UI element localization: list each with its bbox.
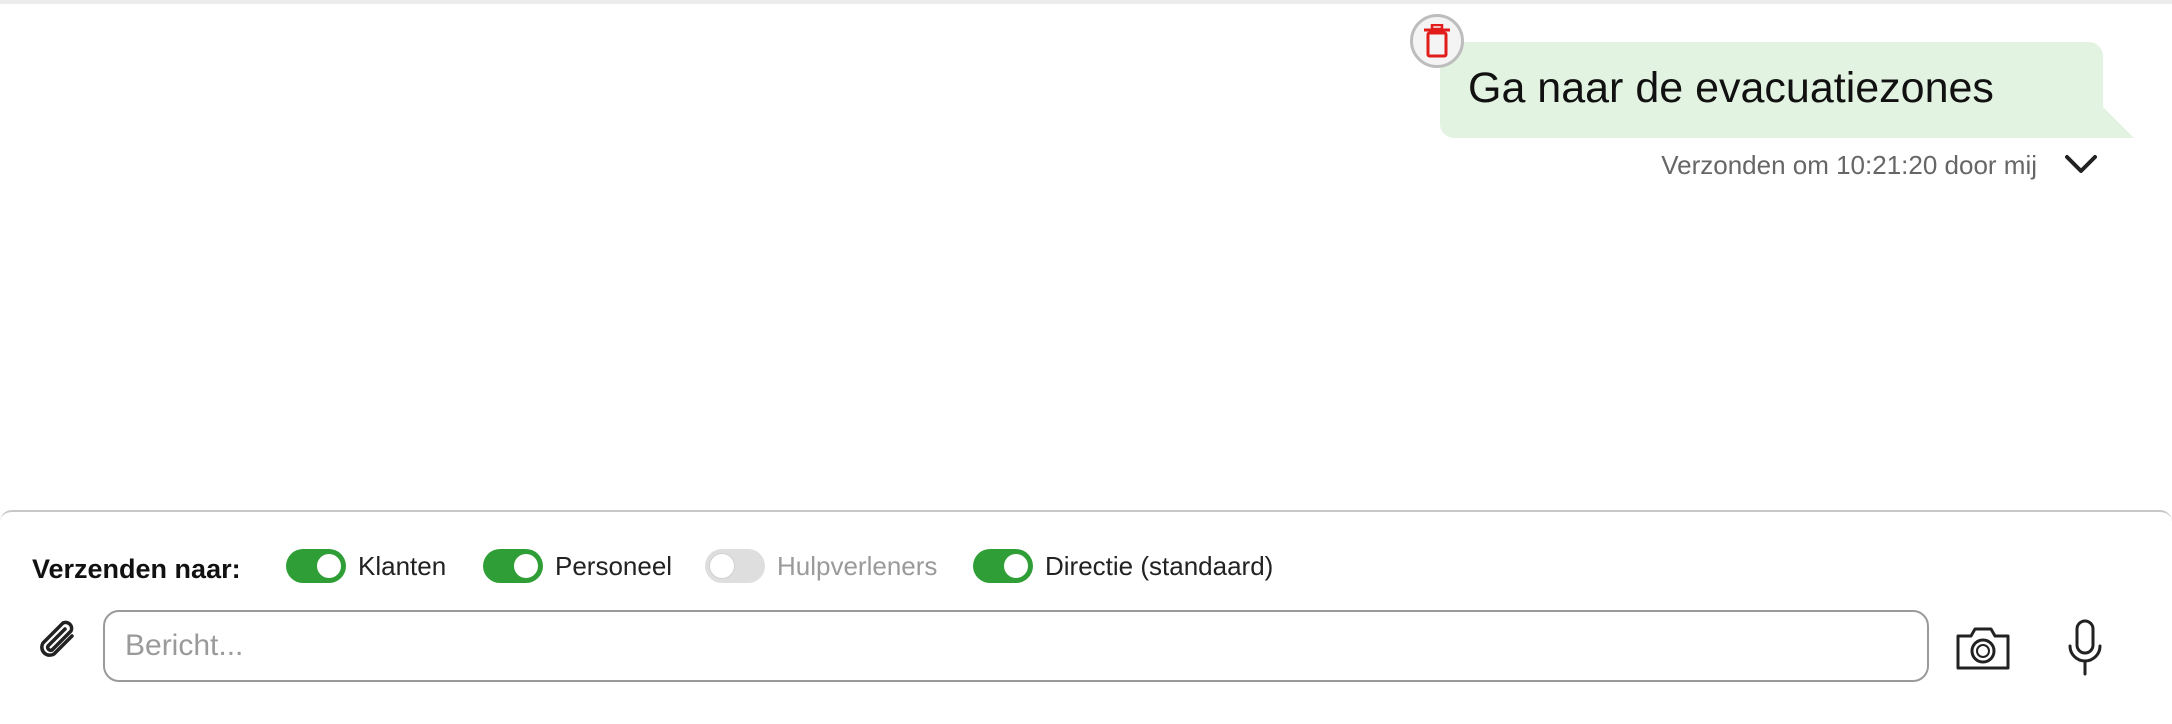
recipient-label: Personeel (555, 550, 673, 581)
recipient-toggle-directie[interactable]: Directie (standaard) (973, 546, 1273, 586)
message-bubble: Ga naar de evacuatiezones (1440, 42, 2103, 138)
camera-button[interactable] (1952, 622, 2014, 674)
toggle-switch[interactable] (286, 549, 346, 583)
toggle-switch[interactable] (973, 549, 1033, 583)
message-text: Ga naar de evacuatiezones (1468, 64, 1994, 112)
send-to-label: Verzenden naar: (32, 554, 241, 584)
delete-message-button[interactable] (1410, 14, 1464, 68)
recipient-toggle-klanten[interactable]: Klanten (286, 546, 446, 586)
microphone-icon (2068, 619, 2102, 676)
recipient-label: Klanten (358, 550, 447, 581)
chevron-down-icon (2065, 155, 2097, 173)
trash-icon (1424, 24, 1450, 58)
composer-panel: Verzenden naar: Klanten Personeel Hulpve… (0, 510, 2172, 724)
camera-icon (1956, 627, 2010, 670)
recipient-label: Directie (standaard) (1045, 550, 1274, 581)
recipient-toggle-personeel[interactable]: Personeel (483, 546, 672, 586)
recipient-label: Hulpverleners (777, 550, 938, 581)
toggle-switch[interactable] (483, 549, 543, 583)
recipient-toggle-hulpverleners[interactable]: Hulpverleners (705, 546, 937, 586)
message-meta: Verzonden om 10:21:20 door mij (1661, 150, 2037, 180)
message-input[interactable] (103, 610, 1929, 682)
expand-message-button[interactable] (2062, 148, 2100, 180)
toggle-switch[interactable] (705, 549, 765, 583)
message-bubble-tail (2100, 104, 2134, 138)
top-divider (0, 0, 2172, 4)
paperclip-icon (40, 620, 74, 657)
attach-button[interactable] (30, 614, 86, 670)
microphone-button[interactable] (2062, 616, 2108, 680)
